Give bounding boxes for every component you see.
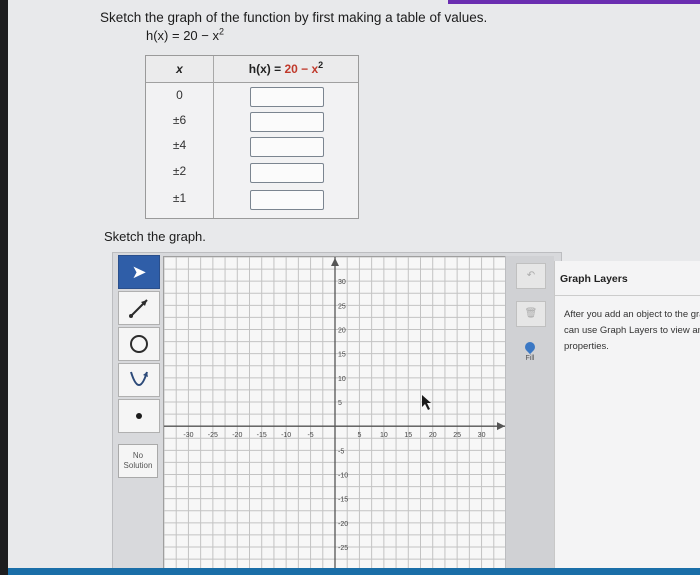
table-value-input[interactable]	[250, 163, 324, 183]
y-tick-label: 10	[338, 376, 346, 383]
function-expression: h(x) = 20 − x2	[146, 26, 224, 43]
y-tick-label: 5	[338, 400, 342, 407]
line-tool-button[interactable]	[118, 291, 160, 325]
x-tick-label: -25	[208, 432, 218, 439]
table-value-input[interactable]	[250, 112, 324, 132]
table-header-h-prefix: h(x) =	[248, 62, 285, 76]
circle-tool-button[interactable]	[118, 327, 160, 361]
table-x-cell: ±2	[172, 164, 187, 178]
x-tick-label: 20	[429, 432, 437, 439]
question-prompt: Sketch the graph of the function by firs…	[100, 10, 488, 25]
table-column-divider	[213, 56, 214, 218]
x-tick-label: -30	[183, 432, 193, 439]
y-tick-label: 25	[338, 303, 346, 310]
parabola-icon	[130, 371, 148, 386]
table-header-h-exp: 2	[318, 60, 324, 70]
y-tick-label: -20	[338, 521, 348, 528]
y-tick-label: 30	[338, 279, 346, 286]
fill-bucket-icon	[522, 339, 538, 355]
table-value-input[interactable]	[250, 190, 324, 210]
x-tick-label: -15	[257, 432, 267, 439]
y-tick-label: -10	[338, 473, 348, 480]
graph-layers-desc-line-1: After you add an object to the gra	[564, 309, 700, 320]
table-x-cell: ±1	[172, 191, 187, 205]
top-accent-strip	[448, 0, 700, 4]
trash-icon: 🗑	[524, 308, 538, 319]
function-name: h(x) = 20 − x	[146, 28, 219, 43]
point-tool-button[interactable]	[118, 399, 160, 433]
x-tick-label: -5	[307, 432, 313, 439]
mouse-cursor-icon	[422, 395, 431, 410]
undo-icon: ↶	[526, 270, 536, 281]
y-tick-label: 20	[338, 328, 346, 335]
line-segment-icon	[129, 299, 148, 318]
x-tick-label: -20	[232, 432, 242, 439]
table-header-x: x	[176, 62, 183, 76]
table-x-cell: ±6	[172, 113, 187, 127]
dot-icon	[136, 413, 142, 419]
function-exponent: 2	[218, 26, 224, 37]
undo-button[interactable]: ↶	[516, 263, 546, 289]
coordinate-grid-svg: -30 -25 -20 -15 -10 -5 5 10 15 20 25 30 30 25 20 15 10 5 -…	[164, 257, 506, 575]
values-table: x h(x) = 20 − x2 0 ±6 ±4 ±2 ±1	[145, 55, 359, 219]
no-solution-label-2: Solution	[123, 461, 153, 470]
table-value-input[interactable]	[250, 87, 324, 107]
y-tick-label: 15	[338, 352, 346, 359]
graph-layers-desc-line-2: can use Graph Layers to view an	[564, 325, 700, 336]
no-solution-label-1: No	[132, 451, 144, 460]
sketch-instruction: Sketch the graph.	[104, 229, 206, 244]
x-tick-label: 5	[357, 432, 361, 439]
y-axis-arrow	[331, 258, 339, 266]
bottom-accent-strip	[8, 568, 700, 575]
table-x-cell: ±4	[172, 138, 187, 152]
circle-icon	[130, 335, 148, 353]
cursor-arrow-icon: ➤	[131, 261, 147, 282]
delete-button[interactable]: 🗑	[516, 301, 546, 327]
screen: Sketch the graph of the function by firs…	[8, 0, 700, 575]
graph-layers-header[interactable]: Graph Layers	[555, 261, 700, 296]
pointer-tool-button[interactable]: ➤	[118, 255, 160, 289]
fill-button[interactable]: Fill	[512, 339, 548, 374]
y-tick-label: -5	[338, 448, 344, 455]
x-tick-label: 25	[453, 432, 461, 439]
x-tick-label: 10	[380, 432, 388, 439]
coordinate-grid[interactable]: -30 -25 -20 -15 -10 -5 5 10 15 20 25 30 30 25 20 15 10 5 -…	[163, 256, 507, 575]
graph-layers-desc-line-3: properties.	[564, 341, 609, 352]
table-header-h-value: 20 − x	[284, 62, 319, 76]
x-axis-arrow	[497, 422, 505, 431]
table-header-h: h(x) = 20 − x2	[214, 60, 358, 77]
no-solution-button[interactable]: No Solution	[118, 444, 158, 478]
graph-layers-description: After you add an object to the gra can u…	[564, 307, 700, 355]
y-tick-label: -15	[338, 497, 348, 504]
table-value-input[interactable]	[250, 137, 324, 157]
graph-layers-title: Graph Layers	[560, 273, 628, 285]
table-x-cell: 0	[176, 88, 183, 102]
graph-layers-panel: Graph Layers After you add an object to …	[554, 261, 700, 575]
parabola-tool-button[interactable]	[118, 363, 160, 397]
x-tick-label: -10	[281, 432, 291, 439]
x-tick-label: 15	[404, 432, 412, 439]
y-tick-label: -25	[338, 545, 348, 552]
fill-label: Fill	[525, 355, 535, 362]
x-tick-label: 30	[478, 432, 486, 439]
